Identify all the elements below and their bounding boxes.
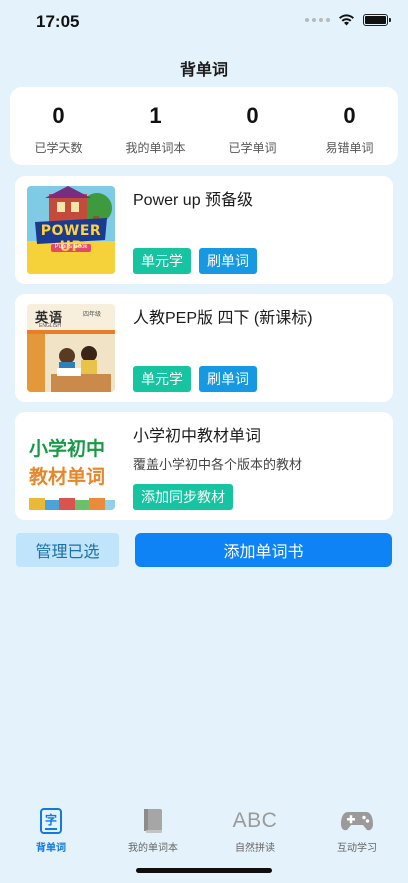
battery-icon [363, 14, 391, 26]
manage-selected-button[interactable]: 管理已选 [16, 533, 119, 567]
book-subtitle: 覆盖小学初中各个版本的教材 [133, 457, 303, 472]
stat-value: 0 [343, 103, 356, 128]
stat-label: 我的单词本 [125, 141, 186, 155]
tab-label: 互动学习 [337, 843, 377, 854]
book-cover-textbook-words: 小学初中 教材单词 [27, 422, 115, 510]
stat-learned-words[interactable]: 0 已学单词 [204, 87, 301, 165]
stat-label: 易错单词 [325, 141, 374, 155]
stat-value: 0 [246, 103, 259, 128]
unit-study-button[interactable]: 单元学 [133, 366, 191, 392]
add-wordbook-button[interactable]: 添加单词书 [135, 533, 392, 567]
status-time: 17:05 [36, 12, 80, 31]
book-card-textbook-words[interactable]: 小学初中 教材单词 小学初中教材单词 覆盖小学初中各个版本的教材 添加同步教材 [15, 412, 393, 520]
drill-words-button[interactable]: 刷单词 [199, 366, 257, 392]
tab-bar: 字 背单词 我的单词本 ABC 自然拼读 互动学习 [0, 800, 408, 860]
book-actions: 单元学 刷单词 [133, 248, 257, 274]
stats-card: 0 已学天数 1 我的单词本 0 已学单词 0 易错单词 [10, 87, 398, 165]
book-actions: 添加同步教材 [133, 484, 233, 510]
tab-label: 背单词 [36, 843, 66, 854]
gamepad-icon [340, 806, 374, 836]
book-card-pep[interactable]: 英语 ENGLISH 四年级 人教PEP版 四下 (新课标) 单元学 刷单词 [15, 294, 393, 402]
tab-label: 我的单词本 [128, 843, 178, 854]
cover-line-1: 小学初中 [29, 439, 106, 460]
stat-my-wordbooks[interactable]: 1 我的单词本 [107, 87, 204, 165]
wifi-icon [339, 14, 354, 26]
cover-subtitle: ENGLISH [39, 323, 61, 329]
abc-icon: ABC [233, 806, 278, 836]
book-title: 人教PEP版 四下 (新课标) [133, 310, 313, 327]
cover-line-2: 教材单词 [29, 467, 106, 488]
book-cover-power-up: POWER UP Pupil's Book [27, 186, 115, 274]
stat-value: 1 [149, 103, 162, 128]
status-bar: 17:05 [0, 0, 408, 44]
add-sync-textbook-button[interactable]: 添加同步教材 [133, 484, 233, 510]
signal-icon [305, 18, 330, 22]
stat-learned-days[interactable]: 0 已学天数 [10, 87, 107, 165]
book-cover-pep: 英语 ENGLISH 四年级 [27, 304, 115, 392]
stat-error-words[interactable]: 0 易错单词 [301, 87, 398, 165]
cover-subtitle: Pupil's Book [54, 244, 88, 250]
home-indicator [136, 868, 272, 873]
tab-interactive-learning[interactable]: 互动学习 [306, 800, 408, 860]
tab-phonics[interactable]: ABC 自然拼读 [204, 800, 306, 860]
tab-icon-glyph: ABC [232, 809, 278, 832]
character-card-icon: 字 [39, 806, 63, 836]
notebook-icon [142, 806, 164, 836]
stat-label: 已学天数 [34, 141, 83, 155]
tab-icon-glyph: 字 [45, 812, 57, 827]
book-card-power-up[interactable]: POWER UP Pupil's Book Power up 预备级 单元学 刷… [15, 176, 393, 284]
tab-my-wordbook[interactable]: 我的单词本 [102, 800, 204, 860]
book-actions: 单元学 刷单词 [133, 366, 257, 392]
stat-label: 已学单词 [228, 141, 277, 155]
cover-title: POWER UP [40, 223, 102, 255]
tab-label: 自然拼读 [235, 843, 275, 854]
drill-words-button[interactable]: 刷单词 [199, 248, 257, 274]
status-icons [305, 14, 391, 26]
page-title: 背单词 [179, 62, 228, 79]
tab-memorize-words[interactable]: 字 背单词 [0, 800, 102, 860]
unit-study-button[interactable]: 单元学 [133, 248, 191, 274]
book-title: 小学初中教材单词 [133, 428, 262, 445]
cover-grade: 四年级 [83, 312, 102, 318]
book-title: Power up 预备级 [133, 192, 254, 209]
stat-value: 0 [52, 103, 65, 128]
